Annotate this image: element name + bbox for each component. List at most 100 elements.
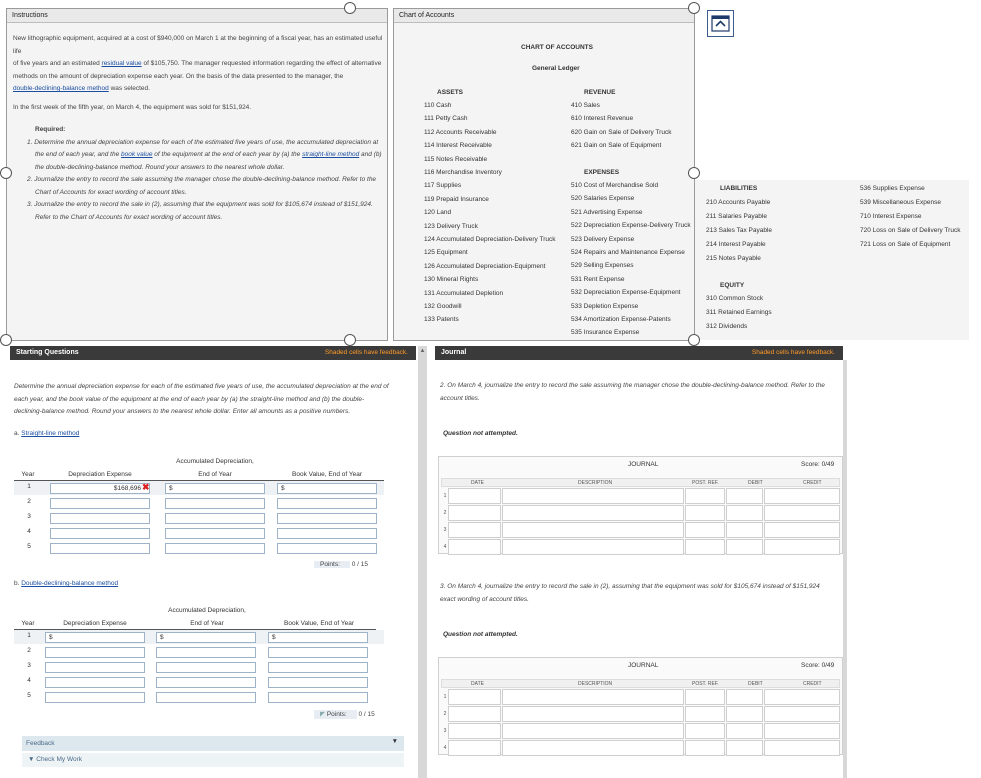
post-ref-cell [685,488,725,504]
date-input[interactable] [448,522,501,538]
account-item: 533 Depletion Expense [571,302,639,310]
depreciation-expense-input[interactable]: $168,696 [50,483,150,494]
date-input[interactable] [448,706,501,722]
description-input[interactable] [502,488,684,504]
account-item: 410 Sales [571,102,600,109]
book-value-input[interactable] [277,528,377,539]
journal-scrollbar[interactable] [843,360,847,778]
debit-input[interactable] [726,740,763,756]
restore-layout-button[interactable] [707,10,734,37]
credit-input[interactable] [764,488,840,504]
resize-handle[interactable] [0,167,12,179]
book-value-link[interactable]: book value [121,151,152,158]
resize-handle[interactable] [688,334,700,346]
credit-input[interactable] [764,723,840,739]
debit-input[interactable] [726,488,763,504]
date-input[interactable] [448,740,501,756]
credit-input[interactable] [764,706,840,722]
check-my-work-toggle[interactable]: ▼ Check My Work [22,753,404,767]
accumulated-depreciation-input[interactable]: $ [165,483,265,494]
credit-input[interactable] [764,522,840,538]
residual-value-link[interactable]: residual value [102,60,142,67]
accumulated-depreciation-input[interactable] [156,692,256,703]
feedback-bar[interactable]: Feedback ▼ [22,736,404,751]
instructions-body: New lithographic equipment, acquired at … [13,33,383,224]
date-input[interactable] [448,505,501,521]
accumulated-depreciation-input[interactable] [156,662,256,673]
journal-col-header: DEBIT [748,681,763,687]
book-value-input[interactable]: $ [277,483,377,494]
book-value-input[interactable] [277,543,377,554]
depreciation-expense-input[interactable] [45,647,145,658]
book-value-input[interactable]: $ [268,632,368,643]
accumulated-depreciation-input[interactable] [165,498,265,509]
depreciation-expense-input[interactable] [45,677,145,688]
year-cell: 5 [27,692,31,699]
resize-handle[interactable] [688,2,700,14]
resize-handle[interactable] [344,334,356,346]
depreciation-expense-input[interactable] [45,662,145,673]
accumulated-depreciation-input[interactable] [156,677,256,688]
debit-input[interactable] [726,522,763,538]
accumulated-depreciation-input[interactable] [165,513,265,524]
ddb-method-link-b[interactable]: Double-declining-balance method [21,580,118,587]
depreciation-expense-input[interactable] [50,543,150,554]
description-input[interactable] [502,706,684,722]
credit-input[interactable] [764,689,840,705]
resize-handle[interactable] [688,167,700,179]
account-item: 132 Goodwill [424,303,462,310]
depreciation-expense-input[interactable] [50,498,150,509]
description-input[interactable] [502,723,684,739]
date-input[interactable] [448,689,501,705]
date-input[interactable] [448,539,501,555]
depreciation-expense-input[interactable] [50,528,150,539]
date-input[interactable] [448,488,501,504]
journal-col-header: DESCRIPTION [578,681,613,687]
scroll-up-icon[interactable]: ▲ [419,348,426,354]
starting-scrollbar[interactable]: ▲ [418,346,427,778]
resize-handle[interactable] [0,334,12,346]
debit-input[interactable] [726,689,763,705]
description-input[interactable] [502,689,684,705]
book-value-input[interactable] [268,662,368,673]
year-cell: 2 [27,498,31,505]
account-item: 720 Loss on Sale of Delivery Truck [860,227,961,234]
debit-input[interactable] [726,706,763,722]
description-input[interactable] [502,522,684,538]
depreciation-expense-input[interactable] [45,692,145,703]
coa-overflow-panel: LIABILITIES EQUITY 210 Accounts Payable 2… [695,180,969,340]
account-item: 116 Merchandise Inventory [424,169,502,176]
post-ref-cell [685,539,725,555]
description-input[interactable] [502,740,684,756]
accumulated-depreciation-input[interactable] [165,543,265,554]
credit-input[interactable] [764,740,840,756]
account-item: 119 Prepaid Insurance [424,195,489,203]
required-heading: Required: [35,126,66,133]
debit-input[interactable] [726,539,763,555]
accumulated-depreciation-input[interactable] [165,528,265,539]
resize-handle[interactable] [344,2,356,14]
journal-title: JOURNAL [628,461,659,468]
description-input[interactable] [502,539,684,555]
depreciation-expense-input[interactable] [50,513,150,524]
debit-input[interactable] [726,723,763,739]
ddb-method-link[interactable]: double-declining-balance method [13,85,109,92]
straight-line-link[interactable]: straight-line method [302,151,359,158]
journal-score: Score: 0/49 [801,662,835,669]
acc-dep-header-a: Accumulated Depreciation, [176,458,254,465]
date-input[interactable] [448,723,501,739]
credit-input[interactable] [764,539,840,555]
book-value-input[interactable] [268,647,368,658]
credit-input[interactable] [764,505,840,521]
accumulated-depreciation-input[interactable]: $ [156,632,256,643]
debit-input[interactable] [726,505,763,521]
book-value-input[interactable] [277,498,377,509]
accumulated-depreciation-input[interactable] [156,647,256,658]
straight-line-method-link[interactable]: Straight-line method [21,430,79,437]
depreciation-expense-input[interactable]: $ [45,632,145,643]
book-value-input[interactable] [268,692,368,703]
book-value-input[interactable] [268,677,368,688]
book-value-input[interactable] [277,513,377,524]
account-item: 130 Mineral Rights [424,276,479,284]
description-input[interactable] [502,505,684,521]
